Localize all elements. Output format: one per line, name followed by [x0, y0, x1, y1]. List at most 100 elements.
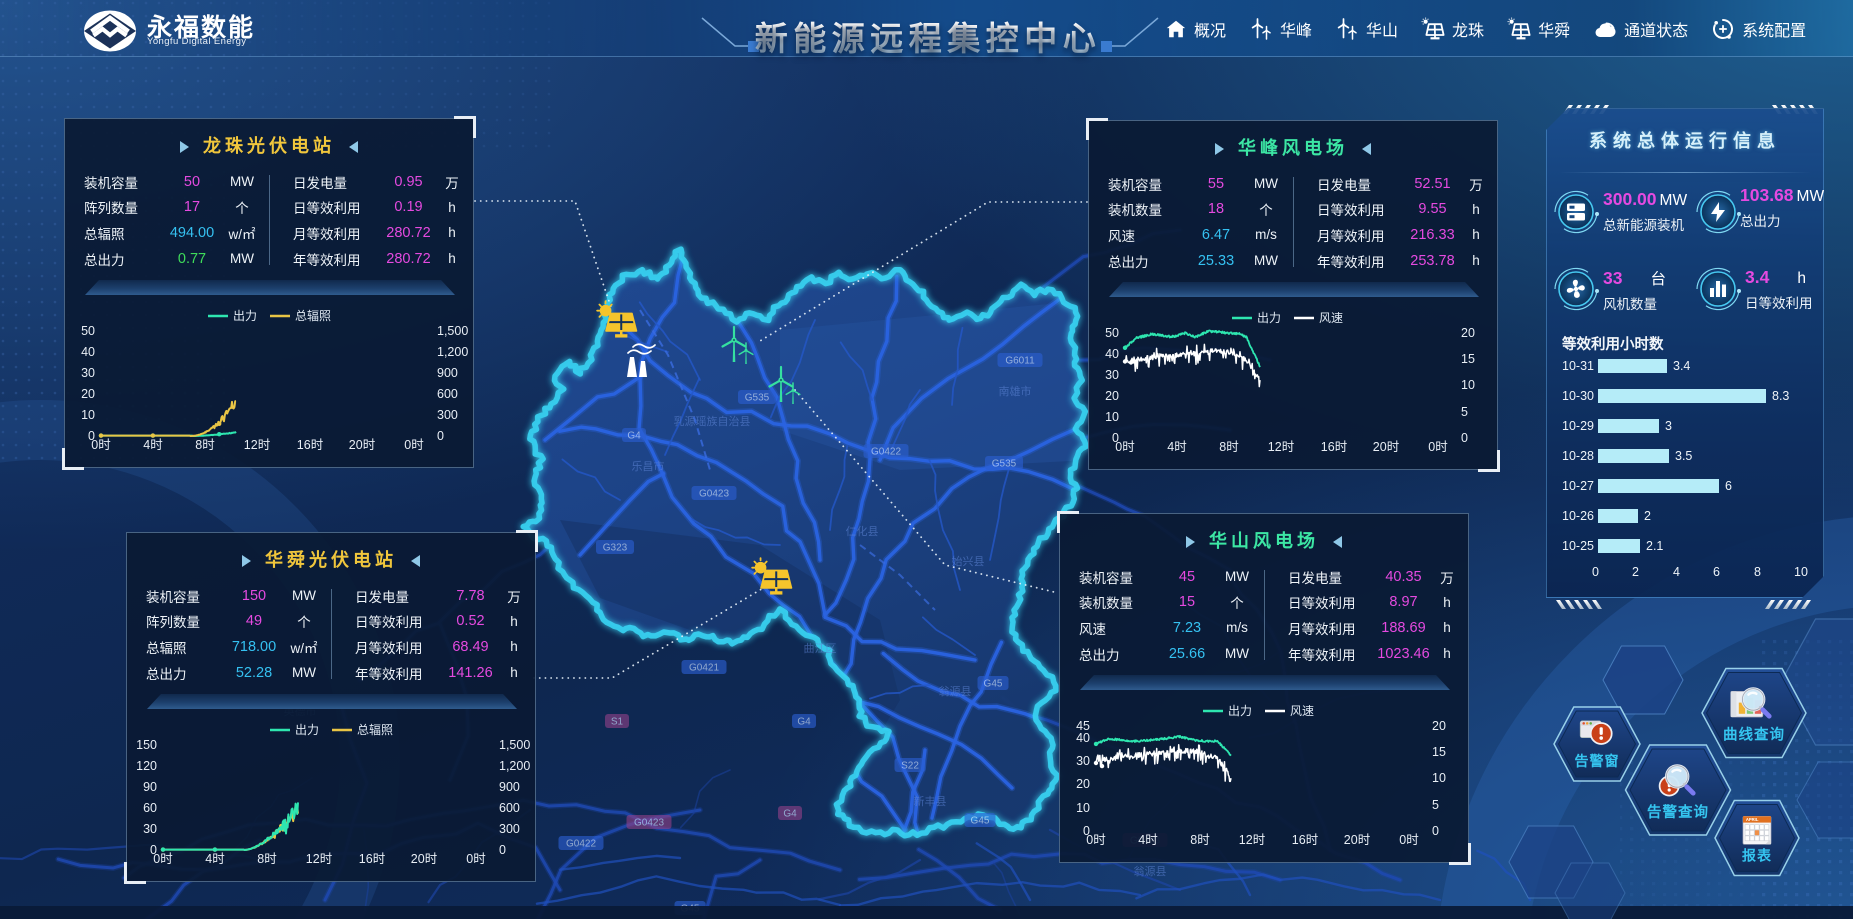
svg-text:16时: 16时: [1292, 833, 1319, 847]
svg-text:10: 10: [1432, 771, 1446, 785]
svg-text:总辐照: 总辐照: [295, 308, 331, 323]
svg-text:20时: 20时: [411, 852, 438, 866]
svg-text:8时: 8时: [195, 438, 215, 452]
svg-text:乳源瑶族自治县: 乳源瑶族自治县: [674, 414, 751, 428]
svg-text:0: 0: [437, 429, 444, 443]
svg-text:风速: 风速: [1290, 704, 1314, 718]
svg-text:4时: 4时: [1138, 833, 1158, 847]
svg-text:45: 45: [1076, 719, 1090, 733]
svg-text:20时: 20时: [1373, 440, 1400, 454]
svg-text:始兴县: 始兴县: [952, 554, 985, 568]
svg-text:20: 20: [1432, 719, 1446, 733]
svg-text:1,200: 1,200: [437, 345, 468, 359]
svg-text:900: 900: [499, 780, 520, 794]
svg-text:90: 90: [143, 780, 157, 794]
svg-text:15: 15: [1461, 352, 1475, 366]
svg-text:G0423: G0423: [699, 489, 729, 500]
svg-text:0时: 0时: [466, 852, 486, 866]
svg-text:4时: 4时: [143, 438, 163, 452]
svg-text:报表: 报表: [1742, 848, 1772, 864]
svg-text:新丰县: 新丰县: [914, 794, 947, 808]
svg-text:8时: 8时: [1190, 833, 1210, 847]
svg-text:G0422: G0422: [566, 839, 596, 850]
svg-text:出力: 出力: [233, 309, 257, 323]
svg-text:12时: 12时: [1239, 833, 1266, 847]
svg-text:G45: G45: [971, 816, 990, 827]
svg-text:30: 30: [1105, 368, 1119, 382]
svg-text:16时: 16时: [297, 438, 324, 452]
svg-text:4时: 4时: [205, 852, 225, 866]
svg-text:20: 20: [1461, 326, 1475, 340]
svg-text:20: 20: [81, 387, 95, 401]
svg-text:0时: 0时: [404, 438, 424, 452]
svg-text:40: 40: [1076, 731, 1090, 745]
svg-text:30: 30: [143, 822, 157, 836]
svg-text:S22: S22: [901, 761, 919, 772]
svg-text:G45: G45: [984, 679, 1003, 690]
svg-text:出力: 出力: [295, 723, 319, 737]
svg-text:20时: 20时: [1344, 833, 1371, 847]
svg-text:1,500: 1,500: [437, 324, 468, 338]
svg-text:30: 30: [1076, 754, 1090, 768]
svg-text:900: 900: [437, 366, 458, 380]
svg-text:16时: 16时: [359, 852, 386, 866]
svg-text:翁源县: 翁源县: [1134, 864, 1167, 878]
svg-text:G4: G4: [783, 809, 797, 820]
svg-text:150: 150: [136, 738, 157, 752]
svg-text:G6011: G6011: [1005, 356, 1035, 367]
svg-text:600: 600: [499, 801, 520, 815]
svg-text:G535: G535: [745, 393, 770, 404]
svg-text:40: 40: [1105, 347, 1119, 361]
svg-text:告警窗: 告警窗: [1575, 753, 1620, 769]
svg-text:20时: 20时: [349, 438, 376, 452]
svg-text:G4: G4: [797, 717, 811, 728]
svg-text:30: 30: [81, 366, 95, 380]
svg-text:1,500: 1,500: [499, 738, 530, 752]
svg-text:0: 0: [499, 843, 506, 857]
svg-text:12时: 12时: [306, 852, 333, 866]
svg-text:G0421: G0421: [689, 663, 719, 674]
svg-text:0时: 0时: [1428, 440, 1448, 454]
svg-text:600: 600: [437, 387, 458, 401]
svg-text:4时: 4时: [1167, 440, 1187, 454]
svg-text:乐昌市: 乐昌市: [632, 459, 665, 473]
svg-text:10: 10: [1461, 378, 1475, 392]
svg-text:120: 120: [136, 759, 157, 773]
svg-text:G0423: G0423: [634, 818, 664, 829]
svg-text:60: 60: [143, 801, 157, 815]
svg-text:S1: S1: [611, 717, 624, 728]
svg-text:50: 50: [1105, 326, 1119, 340]
svg-text:0时: 0时: [91, 438, 111, 452]
svg-text:总辐照: 总辐照: [357, 722, 393, 737]
svg-text:12时: 12时: [1268, 440, 1295, 454]
svg-text:8时: 8时: [1219, 440, 1239, 454]
svg-text:南雄市: 南雄市: [999, 384, 1032, 398]
svg-text:仁化县: 仁化县: [846, 524, 879, 538]
svg-text:曲线查询: 曲线查询: [1723, 726, 1785, 744]
svg-text:0时: 0时: [1399, 833, 1419, 847]
svg-text:5: 5: [1432, 798, 1439, 812]
svg-text:G323: G323: [603, 543, 628, 554]
svg-text:40: 40: [81, 345, 95, 359]
svg-text:15: 15: [1432, 745, 1446, 759]
svg-text:16时: 16时: [1321, 440, 1348, 454]
svg-text:5: 5: [1461, 405, 1468, 419]
svg-text:50: 50: [81, 324, 95, 338]
svg-text:10: 10: [81, 408, 95, 422]
svg-text:G0422: G0422: [871, 447, 901, 458]
svg-text:0时: 0时: [1115, 440, 1135, 454]
svg-text:0时: 0时: [1086, 833, 1106, 847]
svg-text:翁源县: 翁源县: [939, 684, 972, 698]
svg-text:8时: 8时: [257, 852, 277, 866]
svg-text:10: 10: [1105, 410, 1119, 424]
svg-text:300: 300: [499, 822, 520, 836]
svg-text:10: 10: [1076, 801, 1090, 815]
svg-text:12时: 12时: [244, 438, 271, 452]
svg-text:G535: G535: [992, 459, 1017, 470]
svg-text:0: 0: [1461, 431, 1468, 445]
svg-text:0: 0: [1432, 824, 1439, 838]
svg-text:告警查询: 告警查询: [1647, 803, 1709, 821]
svg-text:20: 20: [1105, 389, 1119, 403]
svg-text:20: 20: [1076, 777, 1090, 791]
svg-text:APRIL: APRIL: [1746, 817, 1759, 822]
